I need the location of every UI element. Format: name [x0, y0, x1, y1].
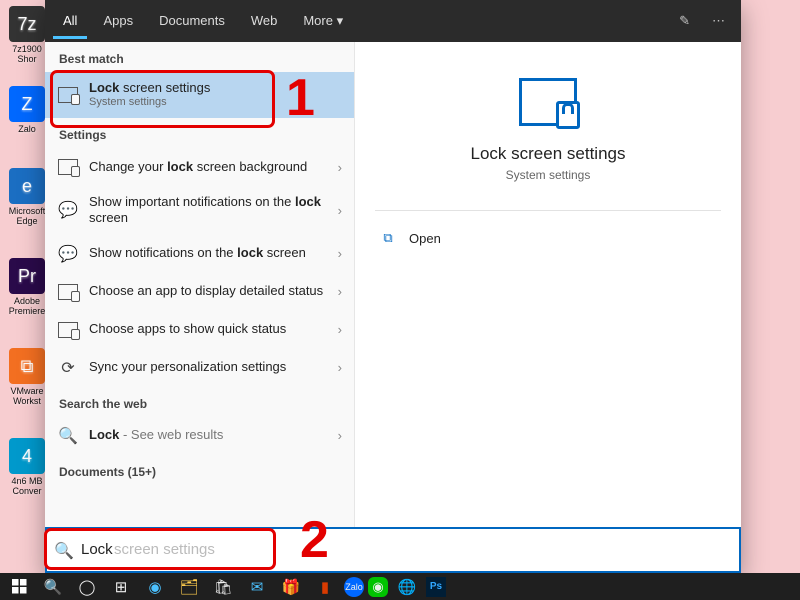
chevron-right-icon: ›: [338, 284, 342, 299]
taskbar-mail-icon[interactable]: ✉: [242, 573, 272, 600]
taskbar-line-icon[interactable]: ◉: [368, 577, 388, 597]
result-setting[interactable]: 💬Show notifications on the lock screen›: [45, 235, 354, 273]
section-settings: Settings: [45, 118, 354, 148]
tab-more[interactable]: More ▾: [293, 3, 353, 40]
chevron-right-icon: ›: [338, 360, 342, 375]
results-list: Best match Lock screen settingsSystem se…: [45, 42, 355, 527]
action-open[interactable]: ⧉ Open: [375, 217, 721, 259]
chevron-right-icon: ›: [338, 428, 342, 443]
taskbar-office-icon[interactable]: ▮: [310, 573, 340, 600]
search-window: All Apps Documents Web More ▾ ✎ ⋯ Best m…: [45, 0, 741, 573]
desktop-icon[interactable]: PrAdobe Premiere: [6, 258, 48, 316]
chevron-right-icon: ›: [338, 322, 342, 337]
cortana-icon[interactable]: ◯: [72, 573, 102, 600]
start-button[interactable]: [4, 573, 34, 600]
taskbar-zalo-icon[interactable]: Zalo: [344, 577, 364, 597]
chevron-right-icon: ›: [338, 203, 342, 218]
taskbar-store-icon[interactable]: 🛍: [208, 573, 238, 600]
taskbar-chrome-icon[interactable]: 🌐: [392, 573, 422, 600]
desktop-icon[interactable]: ⧉VMware Workst: [6, 348, 48, 406]
desktop-icon[interactable]: eMicrosoft Edge: [6, 168, 48, 226]
result-setting[interactable]: 💬Show important notifications on the loc…: [45, 186, 354, 235]
section-documents: Documents (15+): [45, 455, 354, 485]
lock-screen-icon: [57, 84, 79, 106]
chevron-right-icon: ›: [338, 246, 342, 261]
taskbar-edge-icon[interactable]: ◉: [140, 573, 170, 600]
desktop-icon[interactable]: 44n6 MB Conver: [6, 438, 48, 496]
section-search-web: Search the web: [45, 387, 354, 417]
result-setting[interactable]: Choose an app to display detailed status…: [45, 273, 354, 311]
search-icon: 🔍: [55, 541, 73, 561]
section-best-match: Best match: [45, 42, 354, 72]
sync-icon: ⟳: [57, 357, 79, 379]
result-setting[interactable]: Choose apps to show quick status›: [45, 311, 354, 349]
result-setting[interactable]: ⟳Sync your personalization settings›: [45, 349, 354, 387]
lock-screen-icon: [57, 156, 79, 178]
notification-icon: 💬: [57, 243, 79, 265]
tab-documents[interactable]: Documents: [149, 3, 235, 39]
taskbar-explorer-icon[interactable]: 🗂: [174, 573, 204, 600]
search-icon: 🔍: [57, 425, 79, 447]
preview-pane: Lock screen settings System settings ⧉ O…: [355, 42, 741, 527]
taskbar-app-icon[interactable]: 🎁: [276, 573, 306, 600]
result-setting[interactable]: Change your lock screen background›: [45, 148, 354, 186]
search-tabs: All Apps Documents Web More ▾ ✎ ⋯: [45, 0, 741, 42]
feedback-icon[interactable]: ✎: [671, 13, 698, 29]
taskbar-photoshop-icon[interactable]: Ps: [426, 577, 446, 597]
lock-screen-icon: [57, 281, 79, 303]
lock-screen-icon: [519, 78, 577, 126]
open-icon: ⧉: [379, 229, 397, 247]
chevron-right-icon: ›: [338, 160, 342, 175]
taskbar-search-icon[interactable]: 🔍: [38, 573, 68, 600]
task-view-icon[interactable]: ⊞: [106, 573, 136, 600]
tab-all[interactable]: All: [53, 3, 87, 39]
preview-title: Lock screen settings: [471, 144, 626, 164]
tab-web[interactable]: Web: [241, 3, 288, 39]
notification-icon: 💬: [57, 199, 79, 221]
desktop-icon[interactable]: ZZalo: [6, 86, 48, 134]
more-options-icon[interactable]: ⋯: [704, 13, 733, 29]
result-lock-screen-settings[interactable]: Lock screen settingsSystem settings: [45, 72, 354, 118]
tab-apps[interactable]: Apps: [93, 3, 143, 39]
result-web[interactable]: 🔍Lock - See web results›: [45, 417, 354, 455]
taskbar: 🔍 ◯ ⊞ ◉ 🗂 🛍 ✉ 🎁 ▮ Zalo ◉ 🌐 Ps: [0, 573, 800, 600]
search-input-bar[interactable]: 🔍 Lock screen settings: [45, 527, 741, 573]
preview-subtitle: System settings: [506, 168, 591, 182]
lock-screen-icon: [57, 319, 79, 341]
desktop-icon[interactable]: 7z7z1900 Shor: [6, 6, 48, 64]
